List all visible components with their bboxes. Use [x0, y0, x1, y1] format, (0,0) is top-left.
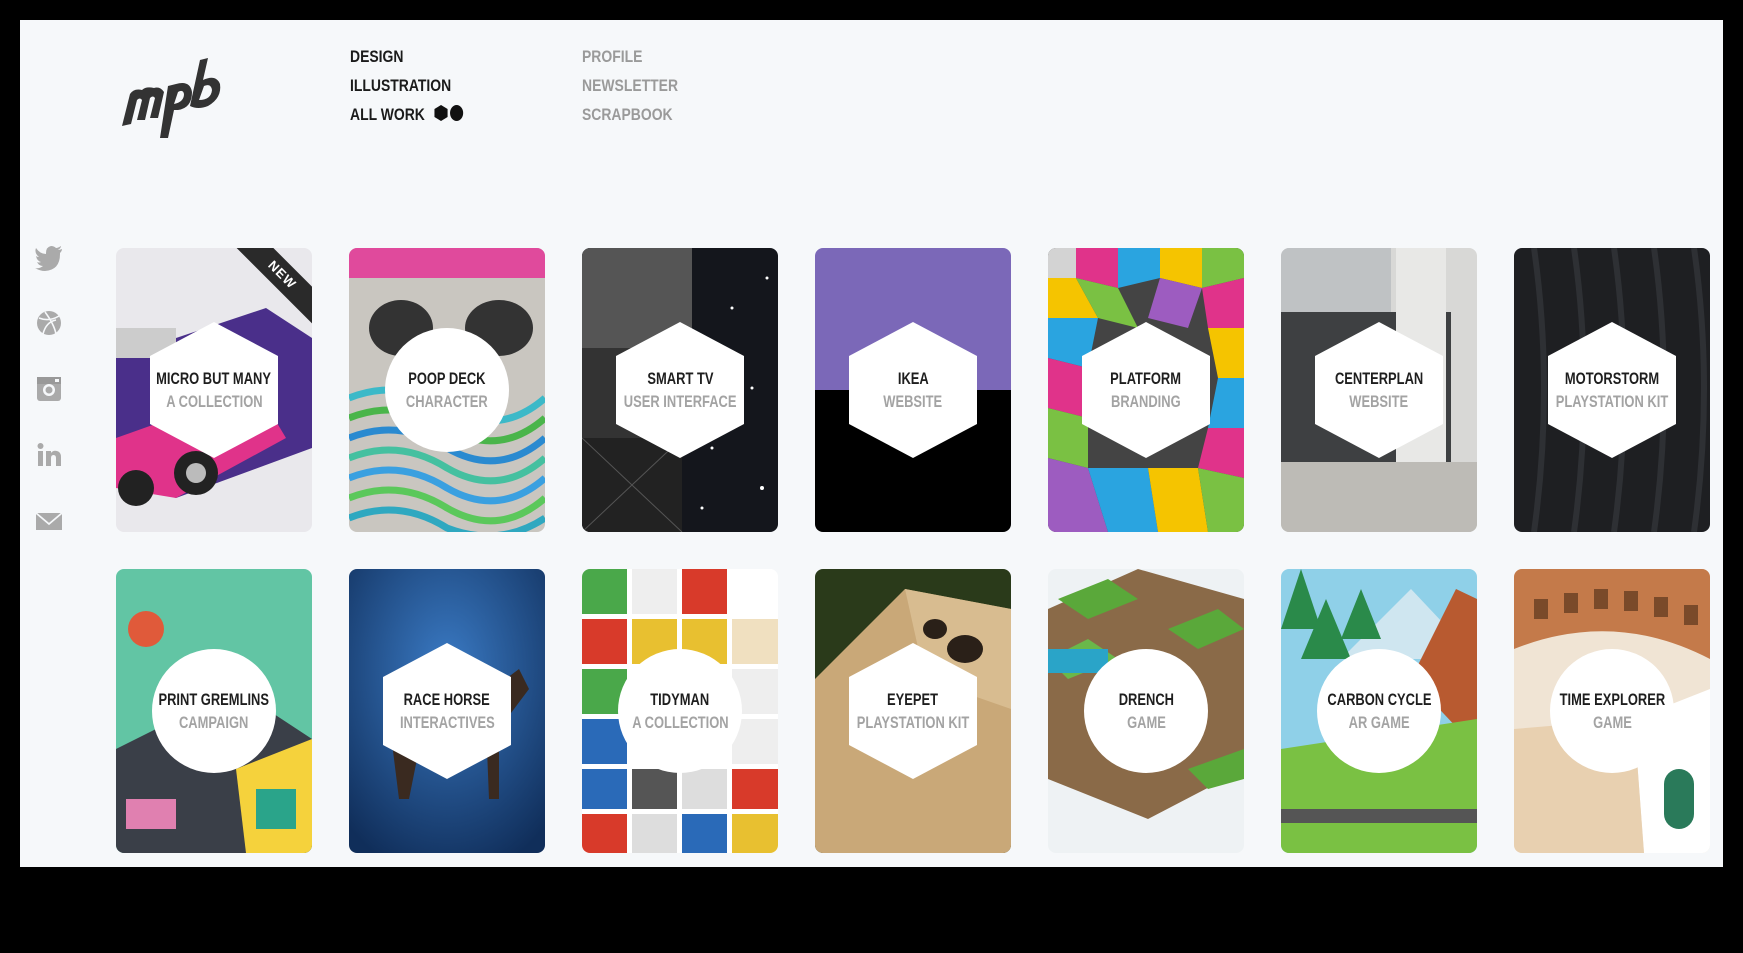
project-subtitle: CHARACTER	[406, 392, 488, 411]
project-title: CENTERPLAN	[1334, 369, 1424, 388]
project-label: POOP DECK CHARACTER	[385, 328, 509, 452]
secondary-nav: PROFILE NEWSLETTER SCRAPBOOK	[582, 42, 699, 129]
project-title: EYEPET	[887, 690, 939, 709]
project-label: CARBON CYCLE AR GAME	[1317, 649, 1441, 773]
project-card-drench[interactable]: DRENCH GAME	[1048, 569, 1244, 853]
project-subtitle: A COLLECTION	[165, 392, 263, 411]
project-subtitle: CAMPAIGN	[179, 713, 249, 732]
project-card-print-gremlins[interactable]: PRINT GREMLINS CAMPAIGN	[116, 569, 312, 853]
instagram-icon[interactable]	[34, 374, 64, 404]
project-label: TIDYMAN A COLLECTION	[618, 649, 742, 773]
page: mpb DESIGN ILLUSTRATION ALL WORK PROFILE…	[20, 20, 1723, 867]
project-label: PRINT GREMLINS CAMPAIGN	[152, 649, 276, 773]
project-card-time-explorer[interactable]: TIME EXPLORER GAME	[1514, 569, 1710, 853]
project-card-ikea[interactable]: IKEA WEBSITE	[815, 248, 1011, 532]
nav-all-work-label: ALL WORK	[350, 105, 425, 124]
nav-scrapbook[interactable]: SCRAPBOOK	[582, 100, 678, 129]
dribbble-icon[interactable]	[34, 308, 64, 338]
mpb-logo[interactable]: mpb	[116, 38, 236, 148]
project-card-motorstorm[interactable]: MOTORSTORM PLAYSTATION KIT	[1514, 248, 1710, 532]
project-subtitle: WEBSITE	[1349, 392, 1409, 411]
project-subtitle: BRANDING	[1111, 392, 1181, 411]
project-title: TIDYMAN	[650, 690, 710, 709]
project-title: DRENCH	[1118, 690, 1174, 709]
linkedin-icon[interactable]	[34, 440, 64, 470]
nav-all-work[interactable]: ALL WORK	[350, 100, 466, 129]
mail-icon[interactable]	[34, 506, 64, 536]
primary-nav: DESIGN ILLUSTRATION ALL WORK	[350, 42, 492, 129]
project-card-poop-deck[interactable]: POOP DECK CHARACTER	[349, 248, 545, 532]
project-label: TIME EXPLORER GAME	[1550, 649, 1674, 773]
project-title: TIME EXPLORER	[1559, 690, 1665, 709]
project-title: IKEA	[897, 369, 929, 388]
project-card-carbon-cycle[interactable]: CARBON CYCLE AR GAME	[1281, 569, 1477, 853]
project-subtitle: GAME	[1126, 713, 1166, 732]
project-subtitle: A COLLECTION	[631, 713, 729, 732]
project-subtitle: USER INTERFACE	[623, 392, 737, 411]
project-title: POOP DECK	[408, 369, 486, 388]
project-title: SMART TV	[646, 369, 714, 388]
project-card-smart-tv[interactable]: SMART TV USER INTERFACE	[582, 248, 778, 532]
project-card-micro-but-many[interactable]: NEW MICRO BUT MANY A COLLECTION	[116, 248, 312, 532]
project-subtitle: GAME	[1592, 713, 1632, 732]
project-title: PLATFORM	[1110, 369, 1182, 388]
project-title: MICRO BUT MANY	[156, 369, 272, 388]
nav-design[interactable]: DESIGN	[350, 42, 466, 71]
nav-illustration[interactable]: ILLUSTRATION	[350, 71, 466, 100]
nav-profile[interactable]: PROFILE	[582, 42, 678, 71]
project-subtitle: PLAYSTATION KIT	[1555, 392, 1669, 411]
project-subtitle: AR GAME	[1348, 713, 1410, 732]
twitter-icon[interactable]	[34, 242, 64, 272]
project-card-race-horse[interactable]: RACE HORSE INTERACTIVES	[349, 569, 545, 853]
active-indicator-icon	[434, 105, 464, 121]
project-title: PRINT GREMLINS	[158, 690, 270, 709]
project-title: MOTORSTORM	[1564, 369, 1660, 388]
project-card-eyepet[interactable]: EYEPET PLAYSTATION KIT	[815, 569, 1011, 853]
project-subtitle: PLAYSTATION KIT	[856, 713, 970, 732]
project-card-centerplan[interactable]: CENTERPLAN WEBSITE	[1281, 248, 1477, 532]
project-title: RACE HORSE	[403, 690, 491, 709]
project-title: CARBON CYCLE	[1326, 690, 1432, 709]
project-card-platform[interactable]: PLATFORM BRANDING	[1048, 248, 1244, 532]
project-subtitle: WEBSITE	[883, 392, 943, 411]
social-links	[34, 242, 70, 572]
nav-newsletter[interactable]: NEWSLETTER	[582, 71, 678, 100]
project-subtitle: INTERACTIVES	[399, 713, 495, 732]
project-card-tidyman[interactable]: TIDYMAN A COLLECTION	[582, 569, 778, 853]
project-grid: NEW MICRO BUT MANY A COLLECTION POOP DEC…	[116, 248, 1710, 853]
project-label: DRENCH GAME	[1084, 649, 1208, 773]
